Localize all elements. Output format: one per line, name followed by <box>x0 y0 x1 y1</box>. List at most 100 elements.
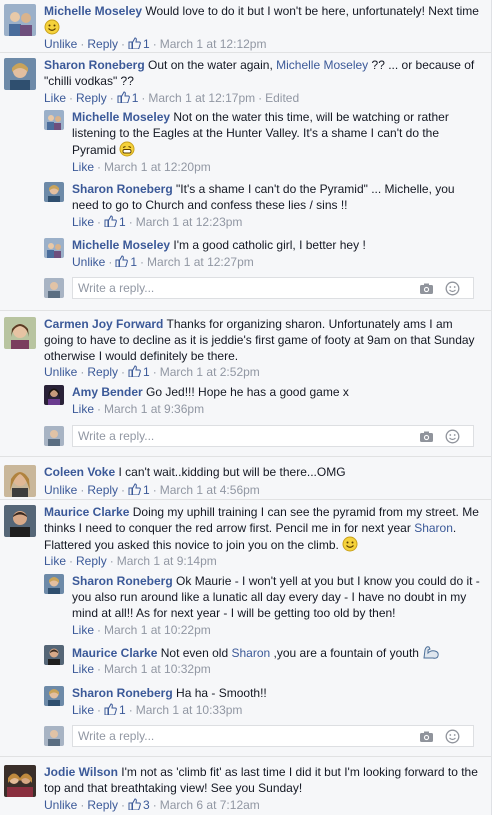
reply: Michelle Moseley I'm a good catholic gir… <box>44 238 484 270</box>
avatar[interactable] <box>44 238 64 258</box>
reply-text: Sharon Roneberg "It's a shame I can't do… <box>72 181 482 213</box>
author-name[interactable]: Carmen Joy Forward <box>44 317 163 331</box>
like-link[interactable]: Like <box>44 91 66 105</box>
reply-link[interactable]: Reply <box>87 483 118 497</box>
timestamp[interactable]: March 1 at 12:27pm <box>147 255 254 269</box>
reply-link[interactable]: Reply <box>87 37 118 51</box>
reply-link[interactable]: Reply <box>76 91 107 105</box>
avatar[interactable] <box>4 765 36 797</box>
like-count[interactable]: 1 <box>104 703 126 717</box>
timestamp[interactable]: March 1 at 12:23pm <box>136 215 243 229</box>
emoji-picker-icon[interactable] <box>445 429 460 444</box>
avatar[interactable] <box>44 645 64 665</box>
avatar[interactable] <box>4 58 36 90</box>
timestamp[interactable]: March 1 at 10:33pm <box>136 703 243 717</box>
edited-label[interactable]: Edited <box>265 91 299 105</box>
author-name[interactable]: Sharon Roneberg <box>72 182 173 196</box>
separator: · <box>128 703 133 717</box>
like-link[interactable]: Like <box>72 623 94 637</box>
like-count[interactable]: 1 <box>115 255 137 269</box>
thumbs-up-icon <box>128 798 141 810</box>
unlike-link[interactable]: Unlike <box>44 483 77 497</box>
reply-input[interactable]: Write a reply... <box>72 277 474 299</box>
author-name[interactable]: Michelle Moseley <box>72 238 170 252</box>
like-link[interactable]: Like <box>72 215 94 229</box>
comment-text: Carmen Joy Forward Thanks for organizing… <box>44 316 484 364</box>
author-name[interactable]: Maurice Clarke <box>72 646 157 660</box>
author-name[interactable]: Michelle Moseley <box>44 4 142 18</box>
author-name[interactable]: Michelle Moseley <box>72 110 170 124</box>
camera-icon[interactable] <box>419 281 434 296</box>
emoji-picker-icon[interactable] <box>445 729 460 744</box>
author-name[interactable]: Maurice Clarke <box>44 505 129 519</box>
like-count[interactable]: 1 <box>128 365 150 379</box>
camera-icon[interactable] <box>419 729 434 744</box>
mention-link[interactable]: Sharon <box>231 646 270 660</box>
divider <box>0 756 492 757</box>
author-name[interactable]: Coleen Voke <box>44 465 115 479</box>
separator: · <box>152 483 157 497</box>
timestamp[interactable]: March 1 at 9:14pm <box>117 554 217 568</box>
timestamp[interactable]: March 6 at 7:12am <box>160 798 260 812</box>
author-name[interactable]: Amy Bender <box>72 385 143 399</box>
unlike-link[interactable]: Unlike <box>44 37 77 51</box>
avatar[interactable] <box>4 317 36 349</box>
timestamp[interactable]: March 1 at 12:20pm <box>104 160 211 174</box>
author-name[interactable]: Sharon Roneberg <box>72 574 173 588</box>
comment-body: I can't wait..kidding but will be there.… <box>118 465 346 479</box>
timestamp[interactable]: March 1 at 2:52pm <box>160 365 260 379</box>
author-name[interactable]: Jodie Wilson <box>44 765 118 779</box>
reply-input[interactable]: Write a reply... <box>72 725 474 747</box>
avatar[interactable] <box>4 505 36 537</box>
separator: · <box>121 37 126 51</box>
avatar[interactable] <box>44 686 64 706</box>
like-link[interactable]: Like <box>72 662 94 676</box>
timestamp[interactable]: March 1 at 10:22pm <box>104 623 211 637</box>
timestamp[interactable]: March 1 at 9:36pm <box>104 402 204 416</box>
unlike-link[interactable]: Unlike <box>44 798 77 812</box>
like-count-value: 1 <box>143 37 150 51</box>
timestamp[interactable]: March 1 at 12:17pm <box>148 91 255 105</box>
avatar[interactable] <box>4 4 36 36</box>
avatar[interactable] <box>44 385 64 405</box>
reply-body: Not even old <box>160 646 229 660</box>
timestamp[interactable]: March 1 at 10:32pm <box>104 662 211 676</box>
mention-link[interactable]: Michelle Moseley <box>276 58 368 72</box>
like-link[interactable]: Like <box>72 402 94 416</box>
like-count[interactable]: 3 <box>128 798 150 812</box>
mention-link[interactable]: Sharon <box>414 521 453 535</box>
author-name[interactable]: Sharon Roneberg <box>44 58 145 72</box>
divider <box>0 499 492 500</box>
unlike-link[interactable]: Unlike <box>44 365 77 379</box>
divider <box>0 456 492 457</box>
like-link[interactable]: Like <box>44 554 66 568</box>
like-count[interactable]: 1 <box>117 91 138 105</box>
camera-icon[interactable] <box>419 429 434 444</box>
separator: · <box>141 91 146 105</box>
emoji-picker-icon[interactable] <box>445 281 460 296</box>
reply-body: I'm a good catholic girl, I better hey ! <box>173 238 366 252</box>
separator: · <box>152 798 157 812</box>
author-name[interactable]: Sharon Roneberg <box>72 686 173 700</box>
avatar[interactable] <box>4 465 36 497</box>
like-count[interactable]: 1 <box>128 483 150 497</box>
reply-input[interactable]: Write a reply... <box>72 425 474 447</box>
reply-text: Amy Bender Go Jed!!! Hope he has a good … <box>72 384 482 400</box>
unlike-link[interactable]: Unlike <box>72 255 105 269</box>
reply-link[interactable]: Reply <box>87 365 118 379</box>
reply: Michelle Moseley Not on the water this t… <box>44 110 484 174</box>
reply-body: Ha ha - Smooth!! <box>176 686 267 700</box>
timestamp[interactable]: March 1 at 4:56pm <box>160 483 260 497</box>
avatar[interactable] <box>44 110 64 130</box>
reply-link[interactable]: Reply <box>87 798 118 812</box>
like-count[interactable]: 1 <box>128 37 150 51</box>
reply-link[interactable]: Reply <box>76 554 107 568</box>
like-link[interactable]: Like <box>72 703 94 717</box>
avatar[interactable] <box>44 182 64 202</box>
timestamp[interactable]: March 1 at 12:12pm <box>160 37 267 51</box>
avatar[interactable] <box>44 574 64 594</box>
like-count[interactable]: 1 <box>104 215 126 229</box>
grin-emoji-icon <box>119 141 135 157</box>
reply: Sharon Roneberg Ok Maurie - I won't yell… <box>44 574 484 638</box>
like-link[interactable]: Like <box>72 160 94 174</box>
